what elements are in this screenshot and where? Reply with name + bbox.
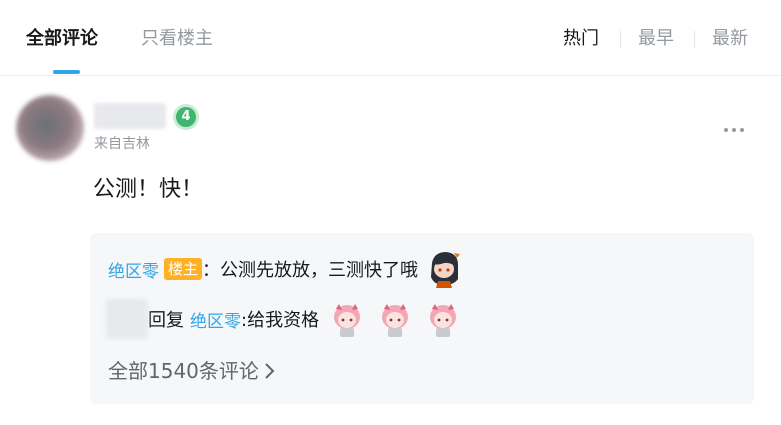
view-all-label: 全部1540条评论 [108,359,259,383]
location-label: 来自吉林 [94,136,150,152]
sticker-icon [430,304,457,337]
sticker-icon [431,252,461,288]
reply-item: 绝区零 楼主 ：公测先放放，三测快了哦 [108,252,464,288]
reply-username[interactable]: 绝区零 [108,257,159,282]
avatar[interactable] [16,95,84,161]
owner-badge: 楼主 [164,258,203,280]
tab-all-comments[interactable]: 全部评论 [26,27,98,51]
sort-latest[interactable]: 最新 [712,27,748,51]
username-blurred[interactable] [94,103,166,129]
active-tab-indicator [53,70,80,74]
reply-item: 回复 绝区零 :给我资格 [106,299,463,339]
sticker-icon [382,304,409,337]
reply-username-blurred[interactable] [106,299,148,339]
more-dots-icon [724,128,728,132]
reply-target-username[interactable]: 绝区零 [190,307,241,332]
sort-earliest[interactable]: 最早 [638,27,674,51]
sort-divider [694,31,695,48]
sort-hot[interactable]: 热门 [563,27,599,51]
sort-divider [620,31,621,48]
more-options-button[interactable] [722,118,746,142]
more-dots-icon [732,128,736,132]
comment-text: 公测！快！ [93,177,204,202]
level-4-icon: 4 [173,104,199,130]
reply-box: 绝区零 楼主 ：公测先放放，三测快了哦 回复 绝区零 :给我资格 全部1540条… [90,233,754,404]
reply-text: ：公测先放放，三测快了哦 [202,260,419,281]
comment-tabs: 全部评论 只看楼主 热门 最早 最新 [0,0,781,76]
chevron-right-icon [265,363,275,379]
reply-word: 回复 [148,310,184,331]
view-all-replies-link[interactable]: 全部1540条评论 [108,357,275,385]
sticker-icon [334,304,361,337]
tab-owner-only[interactable]: 只看楼主 [141,27,213,51]
more-dots-icon [740,128,744,132]
reply-text: :给我资格 [241,310,320,331]
